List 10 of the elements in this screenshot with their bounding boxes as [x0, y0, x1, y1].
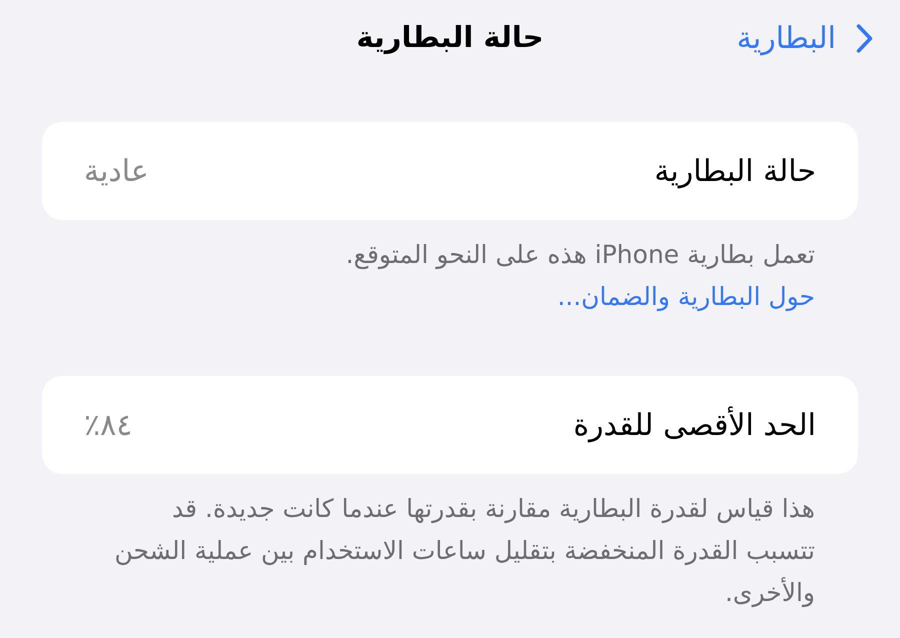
page-title: حالة البطارية: [356, 19, 544, 56]
footer-link[interactable]: حول البطارية والضمان...: [557, 282, 815, 311]
row-value: عادية: [84, 152, 149, 190]
footer-text: هذا قياس لقدرة البطارية مقارنة بقدرتها عندما كانت جديدة. قد تتسبب القدرة المنخفضة بتقليل ساعات الاستخدام بين عملية الشحن والأخرى.: [114, 493, 815, 610]
row-label: الحد الأقصى للقدرة: [573, 406, 816, 444]
footer-text: تعمل بطارية iPhone هذه على النحو المتوقع. حول البطارية والضمان...: [344, 239, 815, 314]
row-value: ٨٤٪: [84, 406, 132, 444]
back-button[interactable]: البطارية: [736, 18, 873, 58]
row-label: حالة البطارية: [654, 152, 816, 190]
chevron-icon: [856, 24, 873, 52]
